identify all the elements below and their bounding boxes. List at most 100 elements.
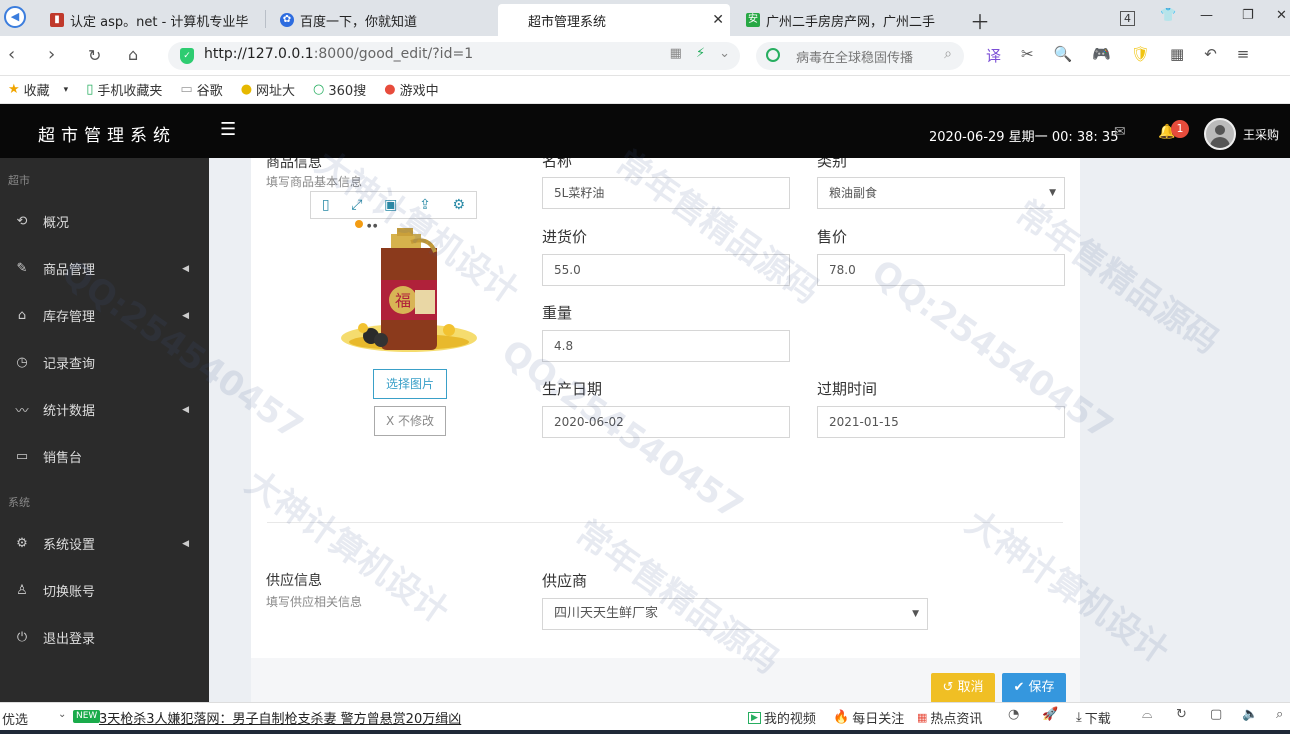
sidebar-item-inventory[interactable]: ⌂ 库存管理 ◀ <box>0 292 209 339</box>
pencil-icon: ✎ <box>16 261 28 276</box>
restore-icon[interactable]: ❐ <box>1242 8 1254 23</box>
home-icon[interactable]: ⌂ <box>128 45 138 64</box>
close-tab-icon[interactable]: ✕ <box>712 12 724 28</box>
save-button[interactable]: ✔ 保存 <box>1002 673 1066 702</box>
save-image-icon[interactable]: ▣ <box>384 197 397 213</box>
search-input[interactable]: 病毒在全球稳固传播 ⌕ <box>756 42 964 70</box>
sale-price-input[interactable]: 78.0 <box>817 254 1065 286</box>
tab-count-icon[interactable]: 4 <box>1120 11 1135 26</box>
sidebar-item-pos[interactable]: ▭ 销售台 <box>0 433 209 480</box>
bookmark-label: 手机收藏夹 <box>97 84 163 99</box>
rocket-icon[interactable]: 🚀 <box>1042 707 1058 722</box>
volume-icon[interactable]: 🔈 <box>1242 707 1258 722</box>
chevron-down-icon: ▼ <box>912 609 919 619</box>
hamburger-menu-icon[interactable]: ☰ <box>220 119 236 140</box>
browser-tab-bar: ◀ ▮ 认定 asp。net - 计算机专业毕 ✿ 百度一下，你就知道 超市管理… <box>0 0 1290 36</box>
choose-image-button[interactable]: 选择图片 <box>373 369 447 399</box>
sidebar-item-label: 系统设置 <box>43 538 96 553</box>
sidebar-item-settings[interactable]: ⚙ 系统设置 ◀ <box>0 520 209 567</box>
url-text[interactable]: http://127.0.0.1:8000/good_edit/?id=1 <box>204 46 473 62</box>
window-close-icon[interactable]: ✕ <box>1276 8 1287 23</box>
chevron-down-icon[interactable]: ⌄ <box>719 46 730 61</box>
sidebar-item-overview[interactable]: ⟲ 概况 <box>0 198 209 245</box>
bookmark-sites[interactable]: ● 网址大 <box>241 80 295 99</box>
zoom-icon[interactable]: ⌕ <box>1276 707 1283 722</box>
bookmark-favorites[interactable]: ★ 收藏 ▾ <box>8 80 68 99</box>
preferred-label[interactable]: 优选 <box>2 709 28 728</box>
reload-icon[interactable]: ↻ <box>88 46 101 65</box>
browser-logo-icon[interactable]: ◀ <box>4 6 26 28</box>
menu-icon[interactable]: ≡ <box>1237 45 1250 66</box>
name-input[interactable]: 5L菜籽油 <box>542 177 790 209</box>
settings-gear-icon[interactable]: ⚙ <box>453 197 466 213</box>
bookmark-google[interactable]: ▭ 谷歌 <box>180 80 222 99</box>
production-date-input[interactable]: 2020-06-02 <box>542 406 790 438</box>
bookmark-games[interactable]: ● 游戏中 <box>384 80 438 99</box>
url-field[interactable]: ✓ http://127.0.0.1:8000/good_edit/?id=1 … <box>168 42 740 70</box>
translate-icon[interactable]: 译 <box>986 45 1001 66</box>
scissors-icon[interactable]: ✂ <box>1021 45 1034 66</box>
back-icon[interactable]: ‹ <box>8 44 15 65</box>
chevron-down-icon[interactable]: ⌄ <box>58 709 66 720</box>
status-daily-focus[interactable]: 🔥 每日关注 <box>833 708 904 727</box>
envelope-icon[interactable]: ✉ <box>1114 124 1126 140</box>
sidebar-item-logout[interactable]: ⏻ 退出登录 <box>0 614 209 661</box>
minimize-icon[interactable]: — <box>1200 8 1213 23</box>
news-ticker-link[interactable]: 3天枪杀3人嫌犯落网：男子自制枪支杀妻 警方曾悬赏20万缉凶 <box>99 708 461 727</box>
bookmark-360[interactable]: ○ 360搜 <box>313 80 366 99</box>
purchase-price-label: 进货价 <box>542 228 588 246</box>
360-search-icon <box>766 48 780 62</box>
status-my-videos[interactable]: ▶ 我的视频 <box>748 708 816 727</box>
gamepad-icon[interactable]: 🎮 <box>1092 45 1111 66</box>
undo-icon[interactable]: ↶ <box>1204 45 1217 66</box>
bookmark-label: 网址大 <box>256 84 296 99</box>
zoom-search-icon[interactable]: 🔍 <box>1054 45 1073 66</box>
section-divider <box>267 522 1063 523</box>
status-download[interactable]: ⤓ 下载 <box>1076 708 1111 727</box>
bookmark-label: 360搜 <box>328 84 367 99</box>
sidebar-item-label: 概况 <box>43 216 70 231</box>
forward-icon[interactable]: › <box>48 44 55 65</box>
sidebar-item-switch-account[interactable]: ♙ 切换账号 <box>0 567 209 614</box>
purchase-price-input[interactable]: 55.0 <box>542 254 790 286</box>
cancel-button[interactable]: ↺ 取消 <box>931 673 995 702</box>
refresh-icon[interactable]: ↻ <box>1176 707 1187 722</box>
sidebar-item-goods[interactable]: ✎ 商品管理 ◀ <box>0 245 209 292</box>
magnifier-icon[interactable]: ⌕ <box>944 46 952 62</box>
undo-icon: ↺ <box>942 680 954 695</box>
username[interactable]: 王采购 <box>1243 126 1279 143</box>
category-select[interactable]: 粮油副食 ▼ <box>817 177 1065 209</box>
page-icon: ▭ <box>180 82 193 97</box>
shirt-skin-icon[interactable]: 👕 <box>1160 8 1176 23</box>
qr-code-icon[interactable]: ▦ <box>670 46 682 61</box>
power-icon: ⏻ <box>16 630 28 645</box>
lightning-icon[interactable]: ⚡ <box>696 46 705 61</box>
mobile-preview-icon[interactable]: ▯ <box>322 197 330 213</box>
weight-label: 重量 <box>542 304 573 322</box>
browser-tab-active[interactable]: 超市管理系统 ✕ <box>498 4 730 36</box>
speed-icon[interactable]: ◔ <box>1008 707 1019 722</box>
apps-grid-icon[interactable]: ▦ <box>1170 45 1184 66</box>
expiry-input[interactable]: 2021-01-15 <box>817 406 1065 438</box>
shield-yen-icon[interactable]: 🛡 <box>1131 45 1150 66</box>
browser-tab-2[interactable]: ✿ 百度一下，你就知道 <box>268 4 494 36</box>
status-hot-news[interactable]: ▦ 热点资讯 <box>917 708 982 727</box>
weight-input[interactable]: 4.8 <box>542 330 790 362</box>
sidebar-item-label: 库存管理 <box>43 310 96 325</box>
avatar[interactable] <box>1204 118 1236 150</box>
browser-status-bar: 优选 ⌄ NEW 3天枪杀3人嫌犯落网：男子自制枪支杀妻 警方曾悬赏20万缉凶 … <box>0 702 1290 730</box>
browser-tab-1[interactable]: ▮ 认定 asp。net - 计算机专业毕 <box>38 4 264 36</box>
share-icon[interactable]: ⇪ <box>419 197 431 213</box>
keep-image-button[interactable]: X 不修改 <box>374 406 446 436</box>
cloud-icon[interactable]: ⌓ <box>1142 707 1152 722</box>
supplier-select[interactable]: 四川天天生鲜厂家 ▼ <box>542 598 928 630</box>
sidebar-item-statistics[interactable]: 〰 统计数据 ◀ <box>0 386 209 433</box>
bookmark-mobile[interactable]: ▯ 手机收藏夹 <box>86 80 162 99</box>
sidebar-item-records[interactable]: ◷ 记录查询 <box>0 339 209 386</box>
url-path: :8000/good_edit/?id=1 <box>313 46 474 62</box>
expand-icon[interactable]: ⤢ <box>351 197 362 213</box>
sale-price-label: 售价 <box>817 228 848 246</box>
browser-tab-4[interactable]: 安 广州二手房房产网，广州二手 <box>734 4 962 36</box>
window-icon[interactable]: ▢ <box>1210 707 1222 722</box>
new-tab-plus-icon[interactable]: ＋ <box>970 6 990 35</box>
